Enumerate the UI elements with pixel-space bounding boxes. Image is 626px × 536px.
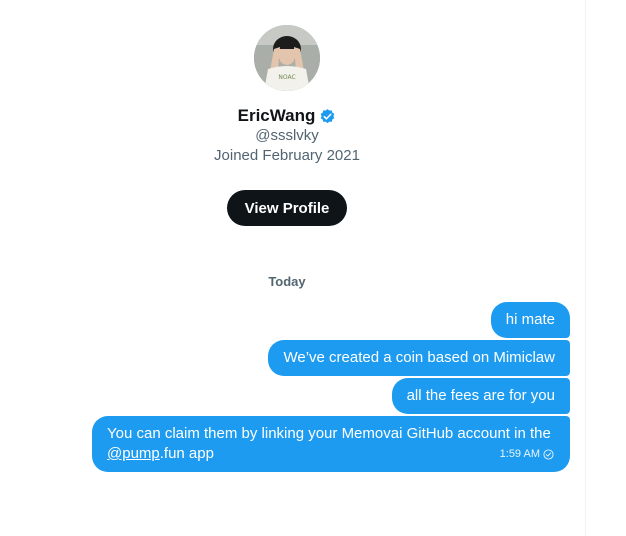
message-bubble[interactable]: hi mate bbox=[490, 302, 570, 338]
message-text: all the fees are for you bbox=[406, 387, 555, 404]
date-separator: Today bbox=[268, 274, 306, 289]
message-text-part: .fun app bbox=[159, 445, 214, 462]
message-bubble[interactable]: We’ve created a coin based on Mimiclaw bbox=[268, 340, 570, 376]
avatar-image: NOAC bbox=[254, 25, 320, 91]
message-bubble[interactable]: all the fees are for you bbox=[391, 378, 570, 414]
avatar[interactable]: NOAC bbox=[254, 25, 320, 91]
svg-text:NOAC: NOAC bbox=[278, 74, 295, 81]
message-bubble[interactable]: You can claim them by linking your Memov… bbox=[92, 416, 570, 472]
verified-badge-icon bbox=[321, 108, 335, 123]
message-text: We’ve created a coin based on Mimiclaw bbox=[283, 349, 555, 366]
sent-check-icon bbox=[543, 448, 554, 460]
profile-joined-date: Joined February 2021 bbox=[214, 147, 360, 164]
panel-divider bbox=[585, 0, 586, 536]
profile-name: EricWang bbox=[237, 106, 316, 125]
message-text-part: You can claim them by linking your Memov… bbox=[107, 425, 551, 442]
profile-name-row: EricWang bbox=[0, 106, 574, 126]
view-profile-button[interactable]: View Profile bbox=[227, 190, 347, 226]
message-text: You can claim them by linking your Memov… bbox=[107, 424, 555, 464]
message-meta: 1:59 AM bbox=[500, 444, 554, 464]
message-text: hi mate bbox=[505, 311, 555, 328]
profile-handle: @ssslvky bbox=[255, 127, 319, 144]
message-timestamp: 1:59 AM bbox=[499, 448, 540, 460]
mention-link[interactable]: @pump bbox=[107, 445, 160, 462]
